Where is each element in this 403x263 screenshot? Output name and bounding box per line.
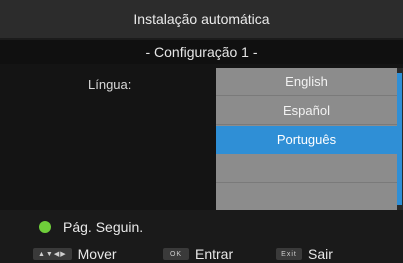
exit-label: Sair xyxy=(308,246,333,262)
move-label: Mover xyxy=(77,246,117,262)
title-bar: Instalação automática xyxy=(0,0,403,38)
language-option-empty xyxy=(216,184,397,212)
language-option-empty xyxy=(216,155,397,183)
next-page-label: Pág. Seguin. xyxy=(63,219,144,235)
language-option-espanol[interactable]: Español xyxy=(216,97,397,125)
exit-key-icon: Exit xyxy=(276,248,302,260)
page-title: Instalação automática xyxy=(133,11,270,27)
language-option-label: Português xyxy=(276,132,337,147)
next-page-hint[interactable]: Pág. Seguin. xyxy=(39,219,143,235)
page-subtitle: - Configuração 1 - xyxy=(145,44,258,60)
language-list[interactable]: English Español Português xyxy=(216,68,397,211)
green-dot-icon xyxy=(39,221,51,233)
arrow-keys-icon: ▲▼◀▶ xyxy=(33,248,72,260)
language-option-label: English xyxy=(285,74,328,89)
enter-label: Entrar xyxy=(195,246,234,262)
language-option-english[interactable]: English xyxy=(216,68,397,96)
language-option-portugues[interactable]: Português xyxy=(216,126,397,154)
ok-key-icon: OK xyxy=(163,248,189,260)
language-label: Língua: xyxy=(88,77,132,92)
language-option-label: Español xyxy=(283,103,330,118)
subtitle-bar: - Configuração 1 - xyxy=(0,40,403,64)
move-hint: ▲▼◀▶ Mover xyxy=(33,246,117,262)
scrollbar-thumb[interactable] xyxy=(397,73,402,205)
enter-hint: OK Entrar xyxy=(163,246,234,262)
exit-hint: Exit Sair xyxy=(276,246,333,262)
